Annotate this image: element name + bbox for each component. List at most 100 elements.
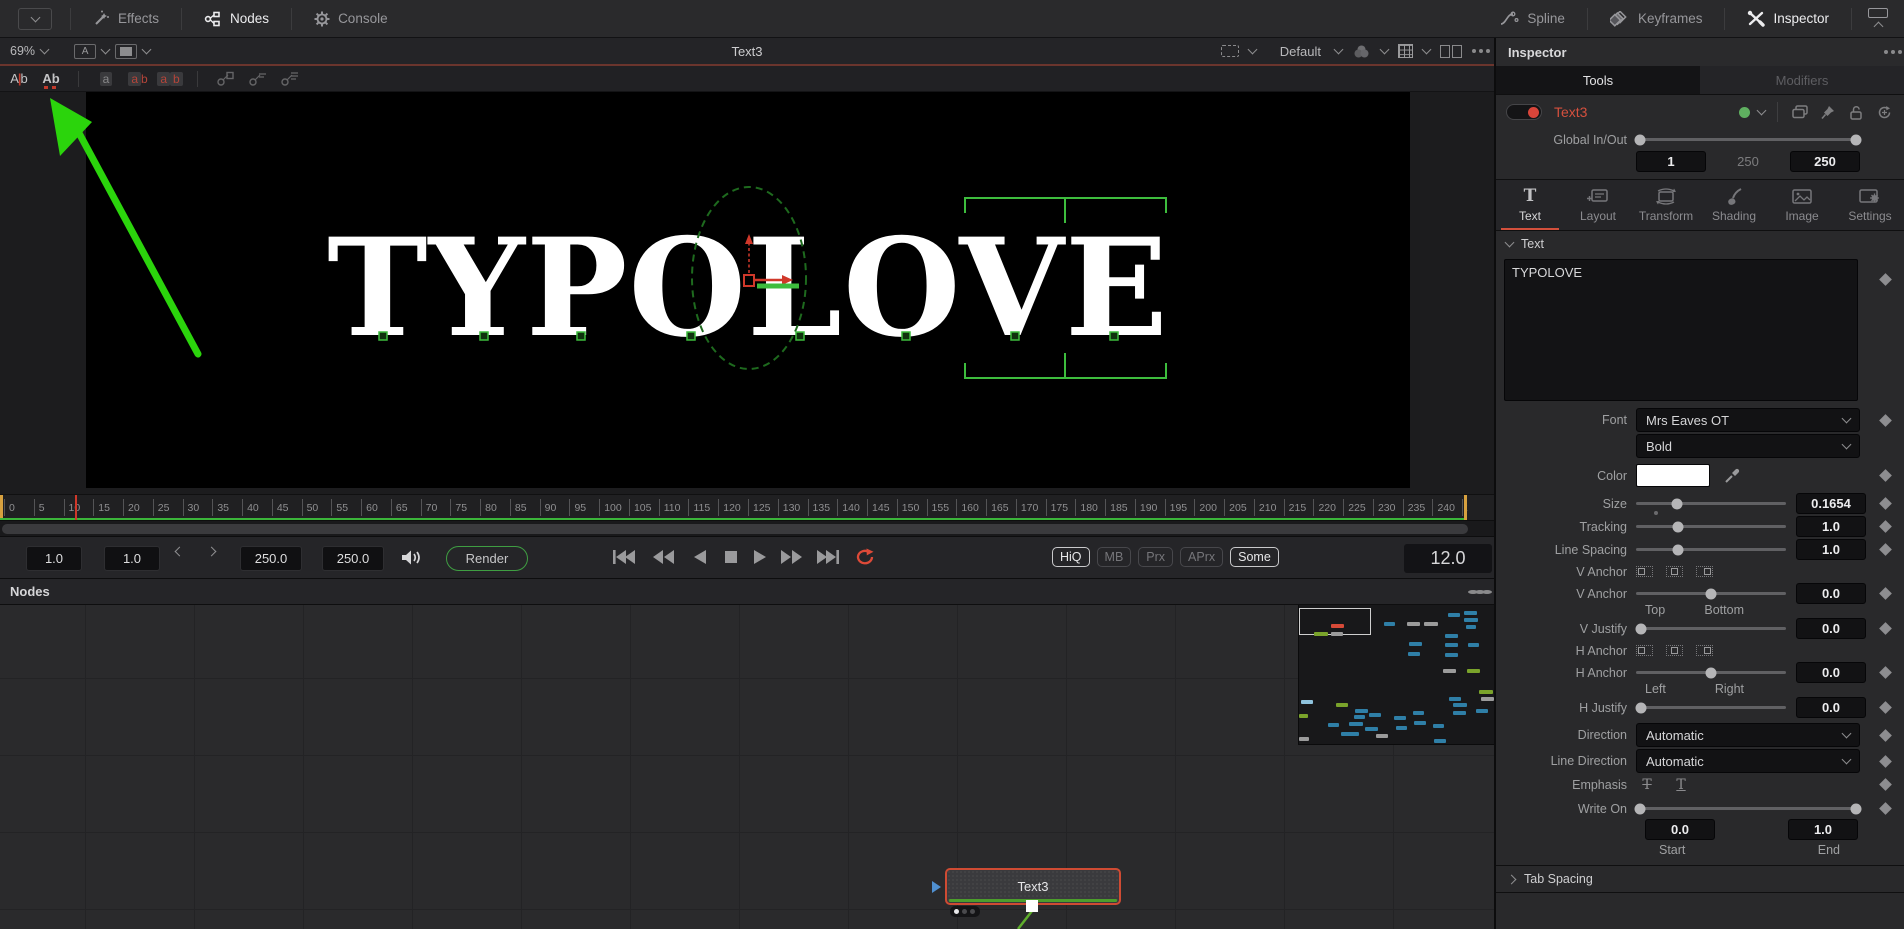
v-anchor-slider[interactable]	[1636, 592, 1786, 595]
keyframe-icon[interactable]	[1879, 469, 1892, 482]
line-spacing-handle[interactable]	[1673, 544, 1684, 555]
goto-start-button[interactable]	[612, 547, 636, 567]
aprx-toggle[interactable]: APrx	[1180, 547, 1223, 567]
h-anchor-slider[interactable]	[1636, 671, 1786, 674]
loop-button[interactable]	[854, 548, 876, 566]
insert-node-square-tool[interactable]	[212, 69, 238, 89]
line-direction-dropdown[interactable]: Automatic	[1636, 749, 1860, 773]
effects-button[interactable]: Effects	[71, 0, 181, 37]
tab-settings[interactable]: Settings	[1836, 180, 1904, 230]
viewer-panel[interactable]: TYPOLOVE	[0, 92, 1494, 494]
v-anchor-middle-icon[interactable]	[1666, 566, 1683, 577]
v-anchor-handle[interactable]	[1706, 588, 1717, 599]
some-toggle[interactable]: Some	[1230, 547, 1279, 567]
reset-icon[interactable]	[1874, 105, 1894, 120]
play-reverse-button[interactable]	[692, 547, 708, 567]
tracking-handle[interactable]	[1673, 521, 1684, 532]
node-input-triangle[interactable]	[932, 881, 941, 893]
write-on-end-field[interactable]: 1.0	[1788, 819, 1858, 840]
v-anchor-field[interactable]: 0.0	[1796, 583, 1866, 604]
h-anchor-right-icon[interactable]	[1696, 645, 1713, 656]
tab-modifiers[interactable]: Modifiers	[1700, 66, 1904, 94]
text-section-header[interactable]: Text	[1496, 231, 1904, 257]
chevron-down-icon[interactable]	[1380, 45, 1390, 55]
render-range-end-marker[interactable]	[1464, 495, 1467, 520]
write-on-slider[interactable]	[1636, 807, 1860, 810]
fast-rewind-button[interactable]	[652, 547, 676, 567]
h-anchor-center-icon[interactable]	[1666, 645, 1683, 656]
global-in-handle[interactable]	[1635, 134, 1646, 145]
char-select-tool[interactable]: a	[93, 69, 119, 89]
pin-icon[interactable]	[1818, 105, 1838, 120]
goto-end-button[interactable]	[816, 547, 840, 567]
keyframe-icon[interactable]	[1879, 666, 1892, 679]
node-output-square[interactable]	[1026, 900, 1038, 912]
mb-toggle[interactable]: MB	[1097, 547, 1132, 567]
audio-icon[interactable]	[400, 548, 422, 567]
chevron-down-icon[interactable]	[1334, 45, 1344, 55]
font-style-dropdown[interactable]: Bold	[1636, 434, 1860, 458]
tab-spacing-section[interactable]: Tab Spacing	[1496, 865, 1904, 893]
viewer-lut-dropdown[interactable]: Default	[1280, 44, 1321, 59]
dual-viewer-icon[interactable]	[1440, 45, 1462, 58]
timeline-ruler[interactable]: 0510152025303540455055606570758085909510…	[0, 494, 1494, 520]
tab-tools[interactable]: Tools	[1496, 66, 1700, 94]
v-anchor-bottom-icon[interactable]	[1696, 566, 1713, 577]
step-forward-button[interactable]	[207, 547, 217, 557]
line-spacing-slider[interactable]	[1636, 548, 1786, 551]
inspector-options-menu[interactable]	[1884, 50, 1888, 54]
h-anchor-field[interactable]: 0.0	[1796, 662, 1866, 683]
v-anchor-top-icon[interactable]	[1636, 566, 1653, 577]
nodes-button[interactable]: Nodes	[182, 0, 291, 37]
range-end-field-1[interactable]: 250.0	[240, 546, 302, 571]
insert-node-line-tool[interactable]	[244, 69, 270, 89]
viewer-canvas[interactable]: TYPOLOVE	[86, 92, 1410, 488]
keyframe-icon[interactable]	[1879, 701, 1892, 714]
size-field[interactable]: 0.1654	[1796, 493, 1866, 514]
global-out-field[interactable]: 250	[1790, 151, 1860, 172]
size-slider[interactable]	[1636, 502, 1786, 505]
keyframe-icon[interactable]	[1879, 520, 1892, 533]
keyframe-icon[interactable]	[1879, 414, 1892, 427]
hiq-toggle[interactable]: HiQ	[1052, 547, 1090, 567]
keyframes-button[interactable]: Keyframes	[1588, 0, 1725, 37]
playback-field-1[interactable]: 1.0	[26, 546, 82, 571]
chevron-down-icon[interactable]	[1247, 45, 1257, 55]
keyframe-icon[interactable]	[1879, 778, 1892, 791]
v-justify-slider[interactable]	[1636, 627, 1786, 630]
keyframe-icon[interactable]	[1879, 802, 1892, 815]
keyframe-icon[interactable]	[1879, 587, 1892, 600]
size-handle[interactable]	[1671, 498, 1682, 509]
node-minimap[interactable]	[1298, 605, 1494, 745]
eyedropper-icon[interactable]	[1724, 468, 1740, 484]
chevron-down-icon[interactable]	[1757, 106, 1767, 116]
tracking-slider[interactable]	[1636, 525, 1786, 528]
console-button[interactable]: Console	[292, 0, 410, 37]
roi-icon[interactable]	[1221, 45, 1239, 57]
playhead[interactable]	[75, 495, 77, 520]
keyframe-icon[interactable]	[1879, 622, 1892, 635]
color-wheels-icon[interactable]	[1352, 44, 1371, 59]
h-anchor-handle[interactable]	[1706, 667, 1717, 678]
global-in-out-slider[interactable]	[1636, 138, 1860, 141]
playback-field-2[interactable]: 1.0	[104, 546, 160, 571]
strikethrough-icon[interactable]: T	[1636, 777, 1658, 793]
render-range-start-marker[interactable]	[0, 495, 3, 520]
h-justify-slider[interactable]	[1636, 706, 1786, 709]
node-color-dot[interactable]	[1739, 107, 1750, 118]
insert-node-list-tool[interactable]	[276, 69, 302, 89]
inspector-button[interactable]: Inspector	[1725, 0, 1851, 37]
styled-text-input[interactable]: TYPOLOVE	[1504, 259, 1858, 401]
write-on-end-handle[interactable]	[1850, 803, 1861, 814]
lock-icon[interactable]	[1846, 105, 1866, 120]
line-select-tool[interactable]: ab	[157, 69, 183, 89]
spline-button[interactable]: Spline	[1478, 0, 1587, 37]
text-kerning-tool[interactable]: Ab	[38, 69, 64, 89]
minimap-viewport[interactable]	[1299, 608, 1371, 635]
guides-grid-icon[interactable]	[1398, 44, 1413, 58]
tab-image[interactable]: Image	[1768, 180, 1836, 230]
word-select-tool[interactable]: ab	[125, 69, 151, 89]
font-family-dropdown[interactable]: Mrs Eaves OT	[1636, 408, 1860, 432]
keyframe-icon[interactable]	[1879, 755, 1892, 768]
write-on-start-field[interactable]: 0.0	[1645, 819, 1715, 840]
